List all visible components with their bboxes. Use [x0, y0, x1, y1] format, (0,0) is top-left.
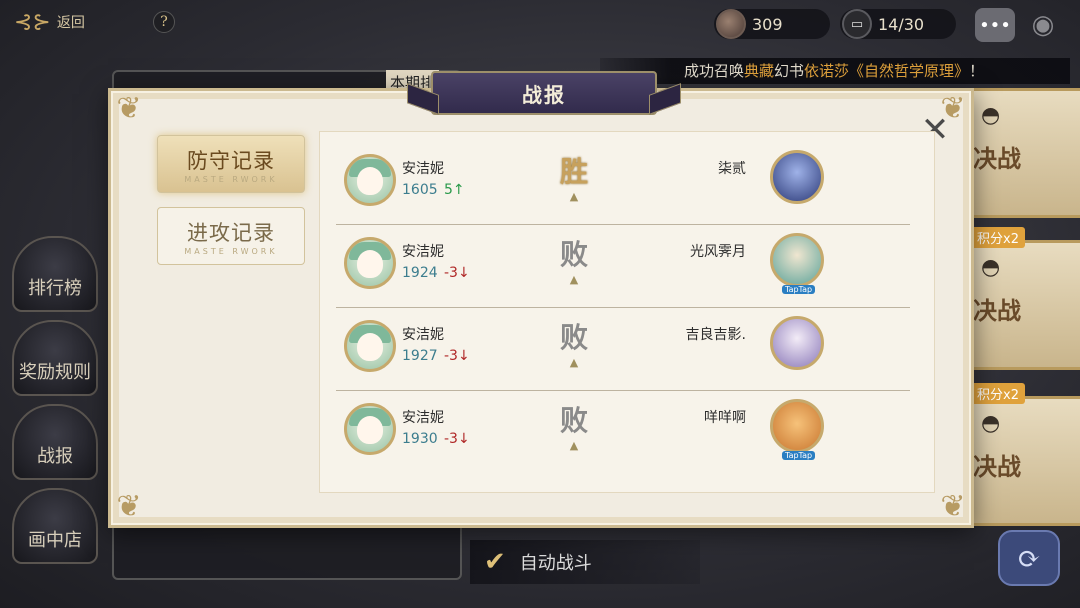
player-name: 安洁妮	[402, 410, 444, 426]
mask-icon: ◓	[981, 411, 1001, 436]
player-score: 1605	[402, 182, 438, 198]
sidebar-item-label: 战报	[37, 446, 73, 467]
tab-attack-records[interactable]: 进攻记录 MASTE RWORK	[157, 207, 305, 265]
corner-ornament-icon: ❦	[116, 489, 142, 524]
opponent-name: 光风霁月	[690, 244, 746, 260]
player-score: 1927	[402, 348, 438, 364]
question-icon: ?	[160, 14, 168, 30]
battle-result: 胜	[559, 155, 588, 188]
replay-marker-icon[interactable]: ▲	[566, 439, 582, 452]
mask-ticket-icon: ▭	[842, 9, 872, 39]
battle-result: 败	[559, 321, 588, 354]
platform-badge: TapTap	[782, 285, 816, 294]
checkmark-icon: ✔	[484, 547, 506, 577]
opponent-name: 咩咩啊	[704, 410, 746, 426]
opponent-card[interactable]: ◓ 决战	[960, 88, 1080, 218]
refresh-icon: ⟳	[1017, 541, 1041, 575]
player-avatar	[344, 154, 396, 206]
tab-defense-records[interactable]: 防守记录 MASTE RWORK	[157, 135, 305, 193]
mask-icon: ◓	[981, 103, 1001, 128]
tab-sublabel: MASTE RWORK	[184, 174, 278, 184]
player-avatar	[344, 320, 396, 372]
ticket-counter: ▭ 14/30	[840, 9, 956, 39]
fight-button-label: 决战	[973, 296, 1021, 325]
battle-record-row[interactable]: 安洁妮 1930 -3↓ 败 ▲ 咩咩啊 TapTap	[336, 391, 910, 473]
sidebar-item-gallery-shop[interactable]: 画中店	[12, 488, 98, 564]
score-delta: -3↓	[444, 431, 470, 447]
player-score: 1924	[402, 265, 438, 281]
key-ornament-icon: ⊰⊱	[14, 9, 51, 35]
mask-icon: ◓	[981, 255, 1001, 280]
player-avatar	[344, 403, 396, 455]
marquee-suffix: ！	[969, 62, 985, 80]
score-multiplier-badge: 积分x2	[971, 227, 1025, 248]
opponent-name: 柒贰	[718, 161, 746, 177]
corner-ornament-icon: ❦	[116, 91, 142, 126]
player-name: 安洁妮	[402, 244, 444, 260]
score-delta: -3↓	[444, 265, 470, 281]
coin-counter: 309	[714, 9, 830, 39]
score-delta: 5↑	[444, 182, 465, 198]
battle-record-row[interactable]: 安洁妮 1605 5↑ 胜 ▲ 柒贰	[336, 142, 910, 224]
battle-result: 败	[559, 404, 588, 437]
battle-result: 败	[559, 238, 588, 271]
back-button[interactable]: ⊰⊱ 返回	[14, 6, 134, 38]
chat-button[interactable]: •••	[975, 8, 1015, 42]
coin-icon	[716, 9, 746, 39]
auto-battle-toggle[interactable]: ✔ 自动战斗	[470, 540, 700, 584]
sidebar-item-reward-rules[interactable]: 奖励规则	[12, 320, 98, 396]
sidebar-item-label: 排行榜	[28, 278, 82, 299]
dialog-title-banner: 战报	[431, 71, 657, 115]
marquee-quality: 典藏	[744, 62, 775, 80]
ticket-amount: 14/30	[878, 14, 925, 34]
chat-dots-icon: •••	[979, 14, 1011, 36]
replay-marker-icon[interactable]: ▲	[566, 356, 582, 369]
auto-battle-label: 自动战斗	[519, 553, 592, 574]
marquee-item-type: 幻书	[774, 62, 805, 80]
help-button[interactable]: ?	[153, 11, 175, 33]
sidebar-item-battle-report[interactable]: 战报	[12, 404, 98, 480]
tab-sublabel: MASTE RWORK	[184, 246, 278, 256]
location-pin-icon: ◉	[1031, 10, 1055, 40]
battle-record-list: 安洁妮 1605 5↑ 胜 ▲ 柒贰 安洁妮 1924 -3↓ 败 ▲ 光风霁月…	[319, 131, 935, 493]
opponent-avatar[interactable]	[770, 399, 824, 453]
fight-button-label: 决战	[973, 452, 1021, 481]
score-delta: -3↓	[444, 348, 470, 364]
battle-record-row[interactable]: 安洁妮 1924 -3↓ 败 ▲ 光风霁月 TapTap	[336, 225, 910, 307]
tab-label: 防守记录	[187, 148, 275, 173]
sidebar-item-leaderboard[interactable]: 排行榜	[12, 236, 98, 312]
opponent-avatar[interactable]	[770, 316, 824, 370]
replay-marker-icon[interactable]: ▲	[566, 273, 582, 286]
battle-record-row[interactable]: 安洁妮 1927 -3↓ 败 ▲ 吉良吉影.	[336, 308, 910, 390]
battle-report-dialog: ❦ ❦ ❦ ❦ 战报 ✕ 防守记录 MASTE RWORK 进攻记录 MASTE…	[108, 71, 974, 528]
platform-badge: TapTap	[782, 451, 816, 460]
player-name: 安洁妮	[402, 327, 444, 343]
player-avatar	[344, 237, 396, 289]
corner-ornament-icon: ❦	[940, 489, 966, 524]
refresh-button[interactable]: ⟳	[998, 530, 1060, 586]
replay-marker-icon[interactable]: ▲	[566, 190, 582, 203]
marquee-character: 依诺莎《自然哲学原理》	[804, 62, 970, 80]
announcement-marquee: 成功召唤典藏幻书依诺莎《自然哲学原理》！	[600, 58, 1070, 84]
opponent-avatar[interactable]	[770, 233, 824, 287]
opponent-name: 吉良吉影.	[685, 327, 746, 343]
opponent-avatar[interactable]	[770, 150, 824, 204]
location-button[interactable]: ◉	[1028, 8, 1058, 42]
sidebar-item-label: 画中店	[28, 530, 82, 551]
opponent-card[interactable]: 积分x2 ◓ 决战	[960, 227, 1080, 370]
player-score: 1930	[402, 431, 438, 447]
fight-button-label: 决战	[973, 144, 1021, 173]
dialog-title: 战报	[522, 82, 566, 107]
score-multiplier-badge: 积分x2	[971, 383, 1025, 404]
opponent-card[interactable]: 积分x2 ◓ 决战	[960, 383, 1080, 526]
player-name: 安洁妮	[402, 161, 444, 177]
back-label: 返回	[56, 15, 85, 31]
coin-amount: 309	[752, 14, 783, 34]
tab-label: 进攻记录	[187, 220, 275, 245]
sidebar-item-label: 奖励规则	[19, 362, 91, 383]
marquee-prefix: 成功召唤	[684, 62, 745, 80]
top-bar: ⊰⊱ 返回 ? 309 ▭ 14/30 ••• ◉	[0, 0, 1080, 52]
